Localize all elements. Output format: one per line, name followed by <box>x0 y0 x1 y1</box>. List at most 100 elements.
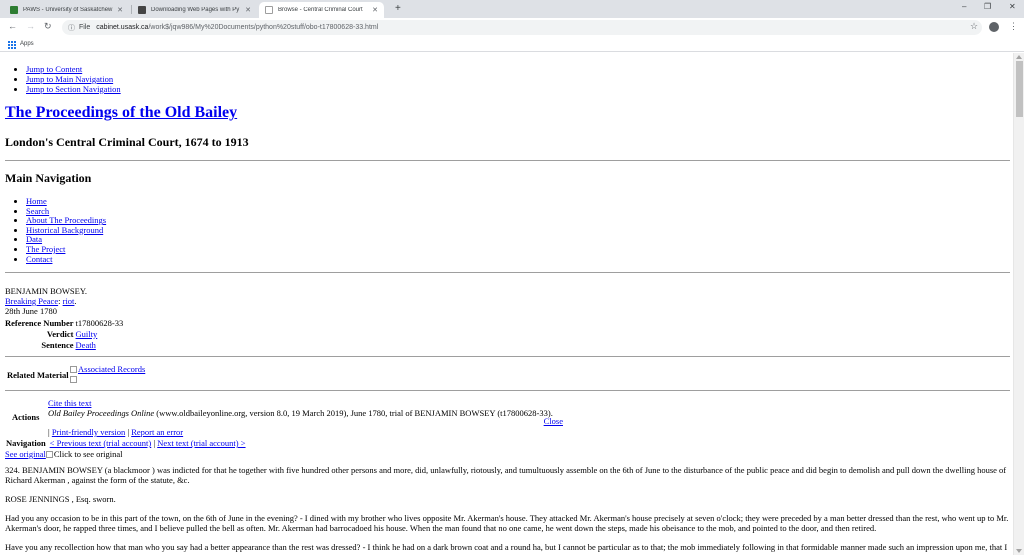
tab-title: Downloading Web Pages with Py <box>151 7 240 13</box>
tab-paws[interactable]: PAWS - University of Saskatchew ✕ <box>4 2 129 18</box>
bookmarks-bar: Apps <box>0 37 1024 52</box>
tab-browse-active[interactable]: Browse - Central Criminal Court ✕ <box>259 2 384 18</box>
jump-to-main-nav-link[interactable]: Jump to Main Navigation <box>26 74 113 84</box>
trial-paragraph-testimony: Have you any recollection how that man w… <box>5 542 1008 552</box>
nav-project-link[interactable]: The Project <box>26 244 65 254</box>
apps-grid-icon[interactable] <box>8 41 16 49</box>
nav-history-link[interactable]: Historical Background <box>26 225 103 235</box>
maximize-button[interactable]: ❐ <box>984 2 991 11</box>
trial-paragraph-indictment: 324. BENJAMIN BOWSEY (a blackmoor ) was … <box>5 465 1007 485</box>
site-title-link[interactable]: The Proceedings of the Old Bailey <box>5 104 237 121</box>
bookmark-star-icon[interactable]: ☆ <box>970 21 978 32</box>
new-tab-button[interactable]: + <box>395 3 401 14</box>
site-title: The Proceedings of the Old Bailey <box>5 104 237 122</box>
navigation-label: Navigation <box>6 438 46 448</box>
vertical-scrollbar[interactable] <box>1013 53 1024 555</box>
verdict-link[interactable]: Guilty <box>76 329 98 339</box>
skip-links: Jump to Content Jump to Main Navigation … <box>26 64 121 94</box>
main-nav-heading: Main Navigation <box>5 171 92 185</box>
table-row: Verdict Guilty <box>5 328 123 339</box>
sentence-cell: Death <box>76 339 124 350</box>
jump-to-section-nav-link[interactable]: Jump to Section Navigation <box>26 84 121 94</box>
sentence-link[interactable]: Death <box>76 340 96 350</box>
skip-link-item: Jump to Main Navigation <box>26 74 121 84</box>
back-arrow-icon[interactable]: ← <box>8 21 17 31</box>
scroll-down-arrow-icon[interactable] <box>1016 549 1022 553</box>
site-subtitle: London's Central Criminal Court, 1674 to… <box>5 135 249 149</box>
url-scheme: File <box>79 24 91 31</box>
defendant-name: BENJAMIN BOWSEY. <box>5 286 88 296</box>
document-icon <box>265 6 273 14</box>
associated-records-row: Associated Records <box>70 364 145 374</box>
citation-detail: (www.oldbaileyonline.org, version 8.0, 1… <box>154 407 553 418</box>
close-citation-link[interactable]: Close <box>544 416 563 427</box>
paws-shield-icon <box>10 6 18 14</box>
citation-box: Cite this text Old Bailey Proceedings On… <box>48 398 563 437</box>
verdict-cell: Guilty <box>76 328 124 339</box>
nav-search-link[interactable]: Search <box>26 206 49 216</box>
actions-label: Actions <box>12 412 40 422</box>
reference-label: Reference Number <box>5 317 74 328</box>
close-window-button[interactable]: ✕ <box>1009 2 1016 11</box>
url-host: cabinet.usask.ca <box>96 24 149 31</box>
offence-category-link[interactable]: Breaking Peace <box>5 296 58 306</box>
forward-arrow-icon[interactable]: → <box>26 21 35 31</box>
close-tab-icon[interactable]: ✕ <box>245 6 251 14</box>
kebab-menu-icon[interactable]: ⋮ <box>1009 21 1018 32</box>
broken-image-row <box>70 374 145 384</box>
nav-home-link[interactable]: Home <box>26 196 47 206</box>
action-links: | Print-friendly version | Report an err… <box>48 427 183 438</box>
scroll-up-arrow-icon[interactable] <box>1016 55 1022 59</box>
nav-data-link[interactable]: Data <box>26 234 42 245</box>
info-icon[interactable]: ⓘ <box>68 23 75 33</box>
nav-contact-link[interactable]: Contact <box>26 254 52 264</box>
main-nav-item: Contact <box>26 254 106 265</box>
tab-downloading[interactable]: Downloading Web Pages with Py ✕ <box>132 2 257 18</box>
nav-about-link[interactable]: About The Proceedings <box>26 215 106 225</box>
previous-text-link[interactable]: < Previous text (trial account) <box>50 438 152 448</box>
broken-image-icon <box>70 376 77 383</box>
url-path: /work$/jqw986/My%20Documents/python%20st… <box>148 24 379 31</box>
associated-records-link[interactable]: Associated Records <box>78 364 145 374</box>
sentence-label: Sentence <box>41 339 74 350</box>
skip-link-item: Jump to Content <box>26 64 121 74</box>
profile-avatar-icon[interactable] <box>989 22 999 32</box>
trial-paragraph-witness: ROSE JENNINGS , Esq. sworn. <box>5 494 116 504</box>
divider <box>5 272 1010 273</box>
reference-value: t17800628-33 <box>75 317 124 328</box>
minimize-button[interactable]: – <box>962 2 966 11</box>
see-original-link[interactable]: See original <box>5 449 46 459</box>
trial-date: 28th June 1780 <box>5 306 57 316</box>
section-navigation: Navigation < Previous text (trial account… <box>6 438 246 448</box>
close-tab-icon[interactable]: ✕ <box>117 6 123 14</box>
divider <box>5 356 1010 357</box>
browser-toolbar: ← → ↻ ⓘ File cabinet.usask.ca/work$/jqw9… <box>0 18 1024 37</box>
broken-image-icon <box>45 451 53 458</box>
offence-period: . <box>74 296 77 306</box>
broken-image-icon <box>70 366 77 373</box>
address-bar[interactable]: ⓘ File cabinet.usask.ca/work$/jqw986/My%… <box>62 20 982 35</box>
cite-this-text-link[interactable]: Cite this text <box>48 398 91 408</box>
report-error-link[interactable]: Report an error <box>131 427 183 437</box>
click-to-see-original[interactable]: Click to see original <box>54 449 123 459</box>
next-text-link[interactable]: Next text (trial account) > <box>157 438 245 448</box>
offence-line: Breaking Peace: riot. <box>5 296 87 306</box>
main-nav-list: Home Search About The Proceedings Histor… <box>26 196 106 265</box>
see-original-row: See original Click to see original <box>5 449 123 459</box>
citation-source: Old Bailey Proceedings Online <box>48 407 155 418</box>
jump-to-content-link[interactable]: Jump to Content <box>26 64 82 74</box>
trial-meta-table: Reference Number t17800628-33 Verdict Gu… <box>5 317 123 350</box>
related-images: Associated Records <box>70 364 145 384</box>
apps-bookmark[interactable]: Apps <box>20 41 34 47</box>
tab-title: Browse - Central Criminal Court <box>278 7 363 13</box>
tab-strip: PAWS - University of Saskatchew ✕ Downlo… <box>0 0 1024 18</box>
page-viewport: Jump to Content Jump to Main Navigation … <box>0 53 1013 555</box>
offence-subcategory-link[interactable]: riot <box>63 296 75 306</box>
scrollbar-thumb[interactable] <box>1016 61 1023 117</box>
reload-icon[interactable]: ↻ <box>44 21 52 32</box>
verdict-label: Verdict <box>46 328 74 339</box>
table-row: Reference Number t17800628-33 <box>5 317 123 328</box>
print-friendly-link[interactable]: Print-friendly version <box>52 427 125 437</box>
close-tab-icon[interactable]: ✕ <box>372 6 378 14</box>
divider <box>5 390 1010 391</box>
